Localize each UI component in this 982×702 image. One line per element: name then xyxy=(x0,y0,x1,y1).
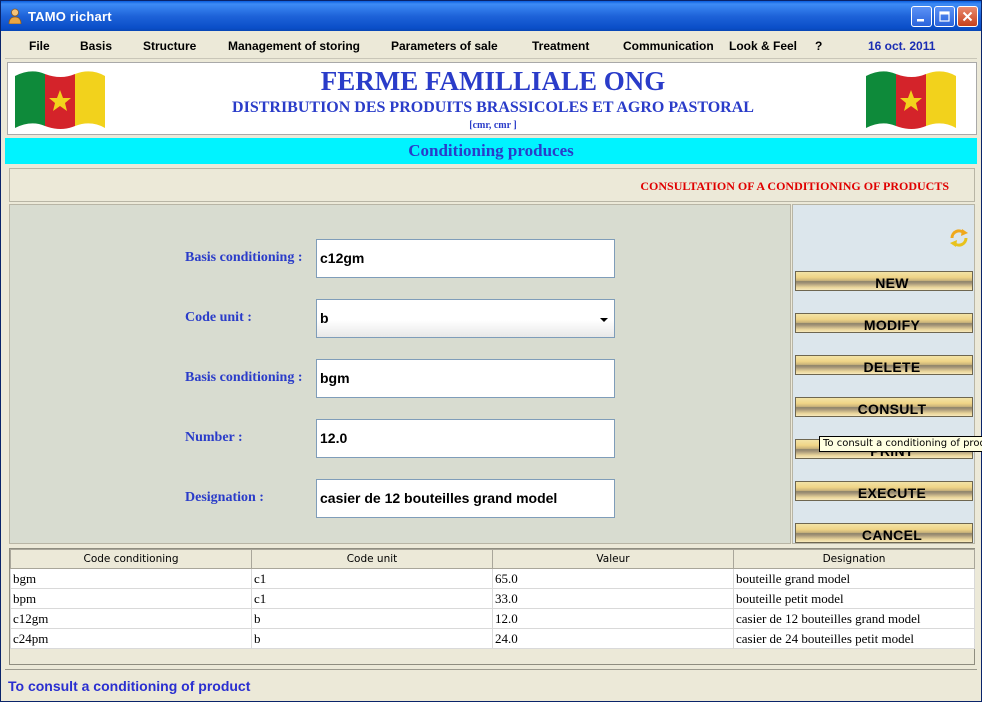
table-row[interactable]: c24pm b 24.0 casier de 24 bouteilles pet… xyxy=(10,628,975,649)
table-cell: c1 xyxy=(251,588,493,609)
number-input[interactable]: 12.0 xyxy=(316,419,615,458)
basis-conditioning-input[interactable]: c12gm xyxy=(316,239,615,278)
table-cell: c1 xyxy=(251,568,493,589)
code-unit-value: b xyxy=(320,310,329,326)
modify-button-label: MODIFY xyxy=(863,317,921,333)
close-button[interactable] xyxy=(957,6,978,27)
minimize-icon xyxy=(917,19,924,22)
menu-basis[interactable]: Basis xyxy=(80,39,112,53)
column-header-designation[interactable]: Designation xyxy=(733,549,975,569)
cancel-button[interactable]: CANCEL xyxy=(795,523,973,543)
banner-location: [cmr, cmr ] xyxy=(469,120,517,131)
table-cell: b xyxy=(251,608,493,629)
basis-conditioning-2-input[interactable]: bgm xyxy=(316,359,615,398)
menu-treatment[interactable]: Treatment xyxy=(532,39,589,53)
header-banner: FERME FAMILLIALE ONG DISTRIBUTION DES PR… xyxy=(7,62,977,135)
menu-help[interactable]: ? xyxy=(815,39,822,53)
menu-parameters-of-sale[interactable]: Parameters of sale xyxy=(391,39,498,53)
status-bar: To consult a conditioning of product xyxy=(5,669,977,699)
delete-button-label: DELETE xyxy=(863,359,921,375)
column-header-code-conditioning[interactable]: Code conditioning xyxy=(10,549,252,569)
table-cell: casier de 12 bouteilles grand model xyxy=(733,608,975,629)
table-cell: c12gm xyxy=(10,608,252,629)
table-row[interactable]: c12gm b 12.0 casier de 12 bouteilles gra… xyxy=(10,608,975,629)
conditioning-table: Code conditioning Code unit Valeur Desig… xyxy=(9,548,975,665)
basis-conditioning-2-label: Basis conditioning : xyxy=(185,370,303,385)
table-cell: 24.0 xyxy=(492,628,734,649)
delete-button[interactable]: DELETE xyxy=(795,355,973,375)
close-icon xyxy=(962,11,973,22)
table-cell: 12.0 xyxy=(492,608,734,629)
minimize-button[interactable] xyxy=(911,6,932,27)
menu-communication[interactable]: Communication xyxy=(623,39,714,53)
window-title: TAMO richart xyxy=(28,9,112,24)
execute-button-label: EXECUTE xyxy=(857,485,927,501)
table-cell: bouteille grand model xyxy=(733,568,975,589)
section-title: Conditioning produces xyxy=(5,138,977,164)
menu-look-and-feel[interactable]: Look & Feel xyxy=(729,39,797,53)
menu-structure[interactable]: Structure xyxy=(143,39,196,53)
code-unit-select[interactable]: b xyxy=(316,299,615,338)
code-unit-label: Code unit : xyxy=(185,310,252,325)
table-cell: bgm xyxy=(10,568,252,589)
basis-conditioning-label: Basis conditioning : xyxy=(185,250,303,265)
maximize-icon xyxy=(939,11,950,22)
refresh-icon[interactable] xyxy=(948,227,970,249)
designation-input[interactable]: casier de 12 bouteilles grand model xyxy=(316,479,615,518)
table-cell: 65.0 xyxy=(492,568,734,589)
consult-button-label: CONSULT xyxy=(857,401,927,417)
table-row[interactable]: bgm c1 65.0 bouteille grand model xyxy=(10,568,975,589)
number-label: Number : xyxy=(185,430,243,445)
title-bar[interactable]: TAMO richart xyxy=(1,1,981,31)
table-cell: 33.0 xyxy=(492,588,734,609)
banner-title: FERME FAMILLIALE ONG xyxy=(320,66,666,96)
form-panel: Basis conditioning : c12gm Code unit : b… xyxy=(9,204,791,544)
application-window: TAMO richart File Basis Structure Manage… xyxy=(0,0,982,702)
menu-file[interactable]: File xyxy=(29,39,50,53)
menu-bar: File Basis Structure Management of stori… xyxy=(5,32,977,59)
table-cell: bpm xyxy=(10,588,252,609)
consult-tooltip: To consult a conditioning of product xyxy=(819,436,982,452)
new-button-label: NEW xyxy=(875,275,909,291)
designation-label: Designation : xyxy=(185,490,264,505)
cancel-button-label: CANCEL xyxy=(861,527,923,543)
table-cell: b xyxy=(251,628,493,649)
consultation-title: CONSULTATION OF A CONDITIONING OF PRODUC… xyxy=(640,179,949,193)
modify-button[interactable]: MODIFY xyxy=(795,313,973,333)
consult-button[interactable]: CONSULT xyxy=(795,397,973,417)
current-date: 16 oct. 2011 xyxy=(868,39,936,53)
banner-subtitle: DISTRIBUTION DES PRODUITS BRASSICOLES ET… xyxy=(232,99,754,116)
status-text: To consult a conditioning of product xyxy=(8,678,251,694)
table-cell: bouteille petit model xyxy=(733,588,975,609)
chevron-down-icon[interactable] xyxy=(600,318,608,322)
table-cell: casier de 24 bouteilles petit model xyxy=(733,628,975,649)
maximize-button[interactable] xyxy=(934,6,955,27)
column-header-code-unit[interactable]: Code unit xyxy=(251,549,493,569)
user-icon xyxy=(8,8,22,24)
table-row[interactable]: bpm c1 33.0 bouteille petit model xyxy=(10,588,975,609)
action-panel: NEW MODIFY DELETE CONSULT PRINT EXECUTE … xyxy=(792,204,975,544)
column-header-valeur[interactable]: Valeur xyxy=(492,549,734,569)
table-header-row: Code conditioning Code unit Valeur Desig… xyxy=(10,549,975,569)
menu-management-of-storing[interactable]: Management of storing xyxy=(228,39,360,53)
cameroon-flag-right-icon xyxy=(862,66,959,132)
consultation-header: CONSULTATION OF A CONDITIONING OF PRODUC… xyxy=(9,168,975,202)
new-button[interactable]: NEW xyxy=(795,271,973,291)
execute-button[interactable]: EXECUTE xyxy=(795,481,973,501)
table-cell: c24pm xyxy=(10,628,252,649)
